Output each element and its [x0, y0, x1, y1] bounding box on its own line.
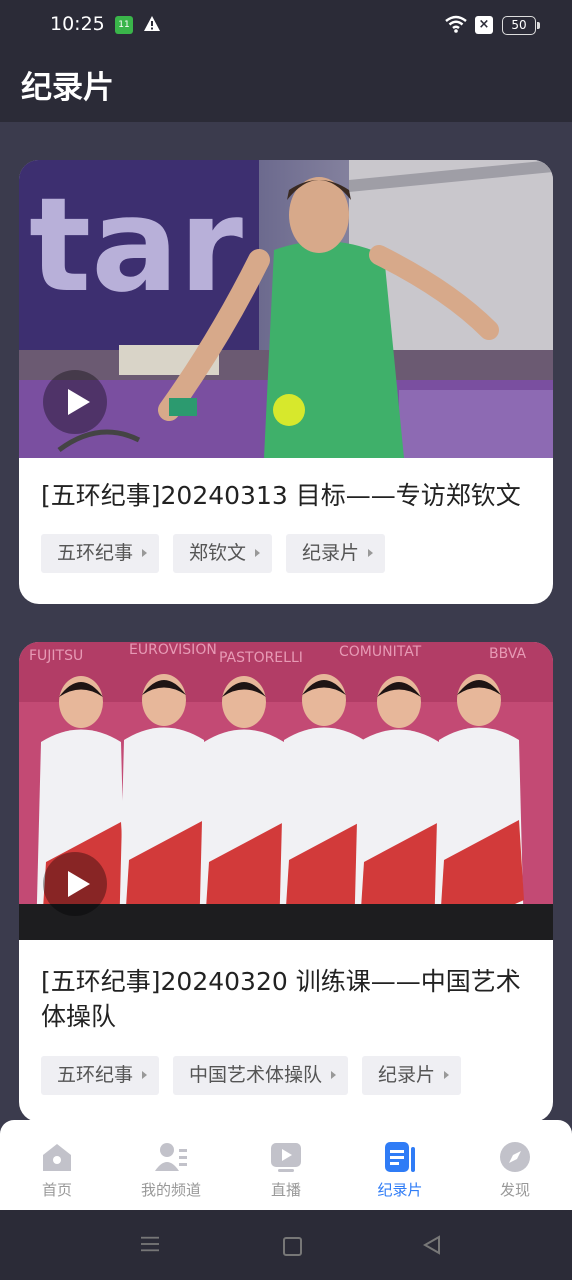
svg-text:BBVA: BBVA	[489, 646, 526, 662]
alert-icon	[144, 16, 160, 31]
caret-right-icon	[142, 1071, 148, 1079]
tag-list: 五环纪事 郑钦文 纪录片	[41, 534, 399, 573]
back-icon[interactable]	[422, 1235, 442, 1255]
menu-icon[interactable]	[141, 1234, 159, 1254]
tab-label: 发现	[499, 1181, 530, 1199]
svg-text:FUJITSU: FUJITSU	[29, 648, 83, 664]
wifi-icon	[445, 15, 467, 33]
video-thumbnail[interactable]: FUJITSU EUROVISION PASTORELLI COMUNITAT …	[19, 642, 553, 940]
home-icon	[43, 1144, 71, 1171]
header: 纪录片	[0, 52, 572, 122]
tag[interactable]: 中国艺术体操队	[173, 1056, 349, 1095]
video-thumbnail[interactable]: tar	[19, 160, 553, 458]
tab-label: 直播	[270, 1181, 301, 1199]
caret-right-icon	[331, 1071, 337, 1079]
tag[interactable]: 五环纪事	[41, 534, 160, 573]
play-button[interactable]	[43, 370, 107, 434]
video-card[interactable]: FUJITSU EUROVISION PASTORELLI COMUNITAT …	[19, 642, 553, 1122]
caret-right-icon	[255, 549, 261, 557]
tag[interactable]: 纪录片	[362, 1056, 462, 1095]
documentary-icon	[385, 1142, 415, 1172]
video-card[interactable]: tar [五环纪事]20240313 目标——专访郑钦文 五环纪事 郑钦文 纪录片	[19, 160, 553, 604]
tab-label: 我的频道	[140, 1181, 201, 1199]
svg-text:EUROVISION: EUROVISION	[129, 642, 217, 658]
no-sim-icon: ×	[475, 16, 493, 34]
caret-right-icon	[142, 549, 148, 557]
channel-icon	[155, 1143, 187, 1171]
page-title: 纪录片	[21, 70, 114, 106]
home-nav-button[interactable]	[283, 1237, 302, 1256]
status-bar: 10:25 11 × 50	[0, 0, 572, 52]
video-title[interactable]: [五环纪事]20240313 目标——专访郑钦文	[41, 478, 531, 513]
compass-icon	[500, 1142, 530, 1172]
tag[interactable]: 郑钦文	[173, 534, 273, 573]
svg-text:PASTORELLI: PASTORELLI	[219, 650, 303, 666]
tab-live[interactable]: 直播	[229, 1120, 343, 1210]
play-button[interactable]	[43, 852, 107, 916]
tag[interactable]: 纪录片	[286, 534, 386, 573]
tab-documentary[interactable]: 纪录片	[343, 1120, 457, 1210]
sim-icon: 11	[115, 16, 133, 34]
svg-text:COMUNITAT: COMUNITAT	[339, 644, 422, 660]
bottom-tab-bar: 首页 我的频道 直播 纪录片 发现	[0, 1120, 572, 1210]
tab-label: 首页	[41, 1181, 72, 1199]
tab-home[interactable]: 首页	[0, 1120, 114, 1210]
tag-list: 五环纪事 中国艺术体操队 纪录片	[41, 1056, 475, 1095]
caret-right-icon	[368, 549, 374, 557]
status-time: 10:25	[50, 13, 105, 35]
caret-right-icon	[444, 1071, 450, 1079]
video-title[interactable]: [五环纪事]20240320 训练课——中国艺术体操队	[41, 964, 531, 1034]
svg-text:tar: tar	[29, 169, 243, 321]
system-nav-bar	[0, 1210, 572, 1280]
tag[interactable]: 五环纪事	[41, 1056, 160, 1095]
tab-label: 纪录片	[377, 1181, 423, 1199]
tab-discover[interactable]: 发现	[458, 1120, 572, 1210]
tab-my-channel[interactable]: 我的频道	[114, 1120, 228, 1210]
live-icon	[271, 1143, 301, 1172]
battery-icon: 50	[502, 16, 540, 35]
